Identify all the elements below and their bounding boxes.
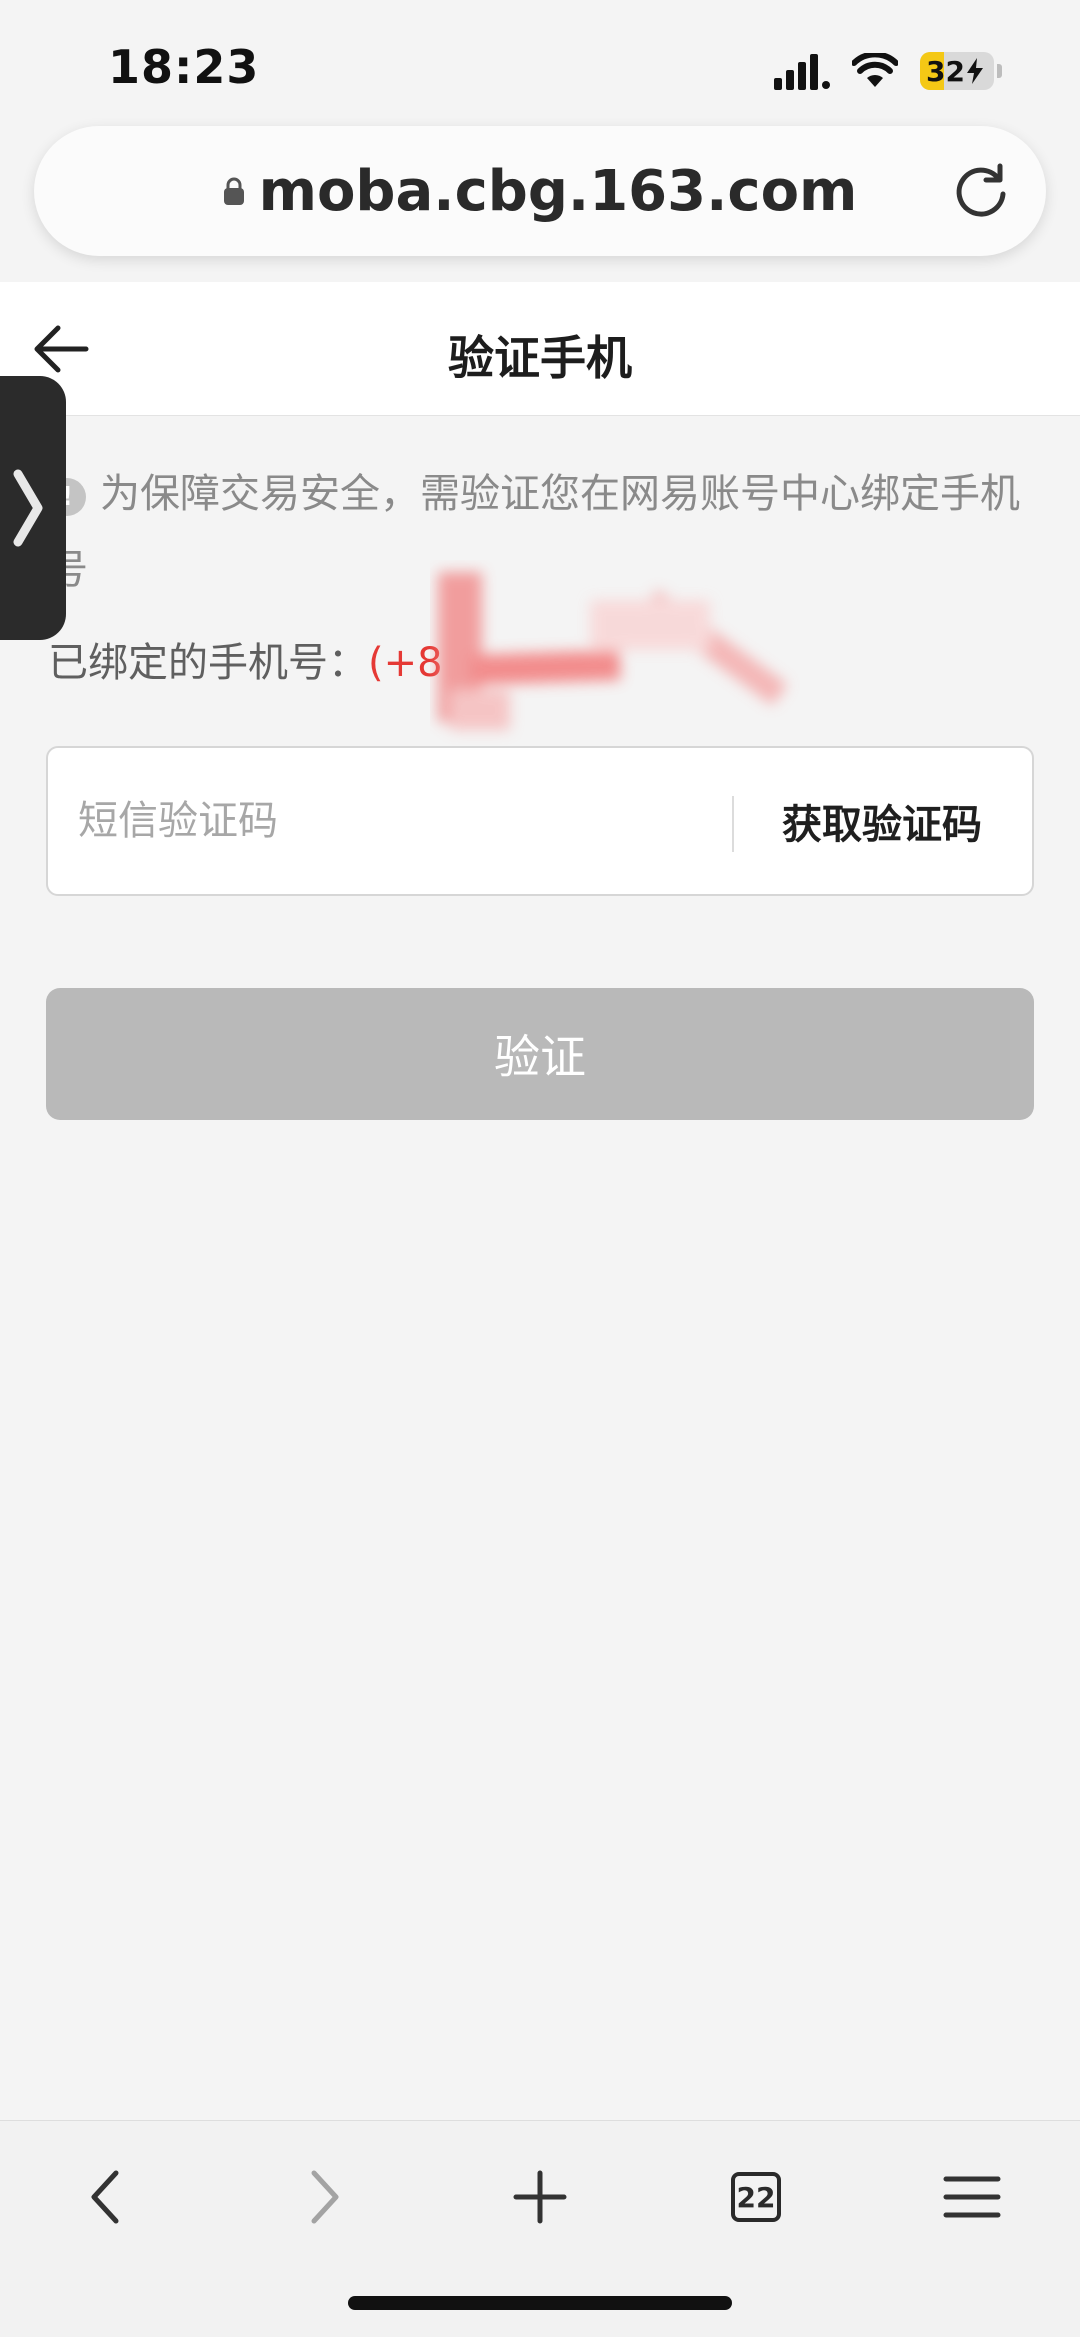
battery-cap xyxy=(997,64,1002,78)
bound-phone-number: (+8 xyxy=(368,640,443,686)
charging-bolt-icon xyxy=(966,58,983,84)
page-header: 验证手机 xyxy=(0,282,1080,416)
lock-icon xyxy=(223,177,244,205)
signal-icon xyxy=(774,54,830,90)
status-icons: 32 xyxy=(774,50,1002,92)
address-bar[interactable]: moba.cbg.163.com xyxy=(34,126,1046,256)
status-time: 18:23 xyxy=(108,40,260,94)
page: 18:23 32 moba.cbg.163.com 验证手机 ! 为保障交易安全… xyxy=(0,0,1080,2337)
notice-text: 为保障交易安全，需验证您在网易账号中心绑定手机号 xyxy=(48,471,1020,593)
url-wrap: moba.cbg.163.com xyxy=(34,126,1046,256)
toolbar-tabs-button[interactable]: 22 xyxy=(716,2157,796,2237)
side-drawer-tab[interactable] xyxy=(0,376,66,640)
toolbar-new-tab-button[interactable] xyxy=(500,2157,580,2237)
back-icon xyxy=(91,2170,119,2224)
status-bar: 18:23 32 xyxy=(0,0,1080,130)
toolbar-menu-button[interactable] xyxy=(932,2157,1012,2237)
bound-phone-row: 已绑定的手机号：(+8 xyxy=(48,630,443,688)
forward-icon xyxy=(311,2170,339,2224)
menu-icon xyxy=(943,2176,1001,2218)
page-title: 验证手机 xyxy=(448,331,632,385)
home-indicator[interactable] xyxy=(348,2296,732,2310)
sms-code-box: 获取验证码 xyxy=(46,746,1034,896)
wifi-icon xyxy=(852,53,898,87)
new-tab-icon xyxy=(513,2170,567,2224)
battery: 32 xyxy=(920,52,994,90)
tabs-icon: 22 xyxy=(731,2172,781,2222)
security-notice: ! 为保障交易安全，需验证您在网易账号中心绑定手机号 xyxy=(48,456,1038,608)
battery-charging-icon: 32 xyxy=(920,52,1002,90)
get-code-button[interactable]: 获取验证码 xyxy=(732,748,1032,894)
bound-phone-label: 已绑定的手机号： xyxy=(48,640,368,686)
url-text[interactable]: moba.cbg.163.com xyxy=(259,159,858,224)
chevron-right-icon xyxy=(13,469,43,547)
toolbar-back-button[interactable] xyxy=(66,2157,146,2237)
toolbar-forward-button[interactable] xyxy=(284,2157,364,2237)
sms-code-input[interactable] xyxy=(78,748,718,894)
reload-icon[interactable] xyxy=(950,160,1012,222)
battery-level: 32 xyxy=(926,54,965,88)
verify-button[interactable]: 验证 xyxy=(46,988,1034,1120)
